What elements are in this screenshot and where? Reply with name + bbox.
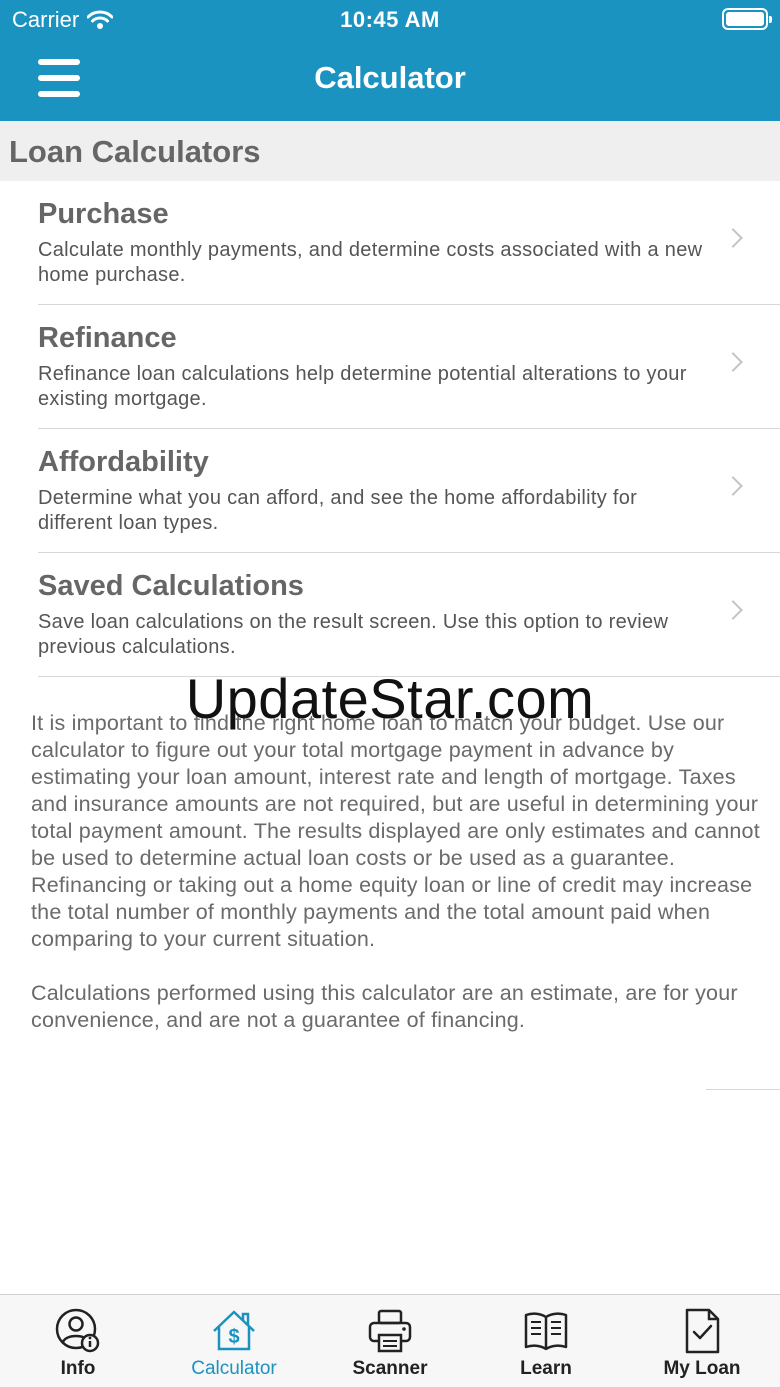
item-description: Calculate monthly payments, and determin… [38, 239, 703, 286]
navigation-bar: Calculator [0, 40, 780, 121]
tab-calculator[interactable]: $ Calculator [156, 1295, 312, 1387]
page-title: Calculator [314, 60, 466, 95]
document-check-icon [685, 1308, 720, 1354]
battery-icon [722, 8, 772, 30]
tab-learn[interactable]: Learn [468, 1295, 624, 1387]
item-title: Refinance [38, 322, 177, 354]
tab-label: Scanner [352, 1358, 428, 1379]
disclaimer-paragraph: Calculations performed using this calcul… [31, 981, 738, 1032]
item-description: Save loan calculations on the result scr… [38, 611, 669, 658]
tab-scanner[interactable]: Scanner [312, 1295, 468, 1387]
tab-label: Calculator [191, 1358, 277, 1379]
section-title: Loan Calculators [9, 134, 261, 169]
disclaimer-paragraph: It is important to find the right home l… [31, 711, 760, 951]
list-item-saved-calculations[interactable]: Saved Calculations Save loan calculation… [0, 553, 780, 677]
item-title: Purchase [38, 198, 169, 230]
tab-my-loan[interactable]: My Loan [624, 1295, 780, 1387]
tab-bar: Info $ Calculator Scanner Learn My Loan [0, 1294, 780, 1387]
printer-icon [368, 1309, 412, 1353]
chevron-right-icon [723, 352, 743, 372]
svg-text:$: $ [228, 1326, 239, 1348]
tab-label: Learn [520, 1358, 572, 1379]
tab-info[interactable]: Info [0, 1295, 156, 1387]
status-time: 10:45 AM [340, 7, 440, 32]
status-bar: Carrier 10:45 AM [0, 0, 780, 40]
divider [706, 1089, 780, 1090]
watermark: UpdateStar.com [185, 667, 595, 730]
tab-label: My Loan [663, 1358, 741, 1379]
disclaimer-text: It is important to find the right home l… [31, 710, 761, 1034]
user-info-icon [55, 1308, 100, 1353]
item-description: Determine what you can afford, and see t… [38, 487, 638, 534]
item-title: Affordability [38, 446, 209, 478]
list-item-purchase[interactable]: Purchase Calculate monthly payments, and… [0, 181, 780, 305]
calculator-list: Purchase Calculate monthly payments, and… [0, 181, 780, 677]
chevron-right-icon [723, 228, 743, 248]
item-description: Refinance loan calculations help determi… [38, 363, 687, 410]
tab-label: Info [60, 1358, 96, 1379]
house-dollar-icon: $ [213, 1310, 255, 1351]
item-title: Saved Calculations [38, 570, 304, 602]
book-icon [524, 1312, 568, 1351]
list-item-refinance[interactable]: Refinance Refinance loan calculations he… [0, 305, 780, 429]
chevron-right-icon [723, 476, 743, 496]
section-header: Loan Calculators [0, 121, 780, 181]
list-item-affordability[interactable]: Affordability Determine what you can aff… [0, 429, 780, 553]
chevron-right-icon [723, 600, 743, 620]
